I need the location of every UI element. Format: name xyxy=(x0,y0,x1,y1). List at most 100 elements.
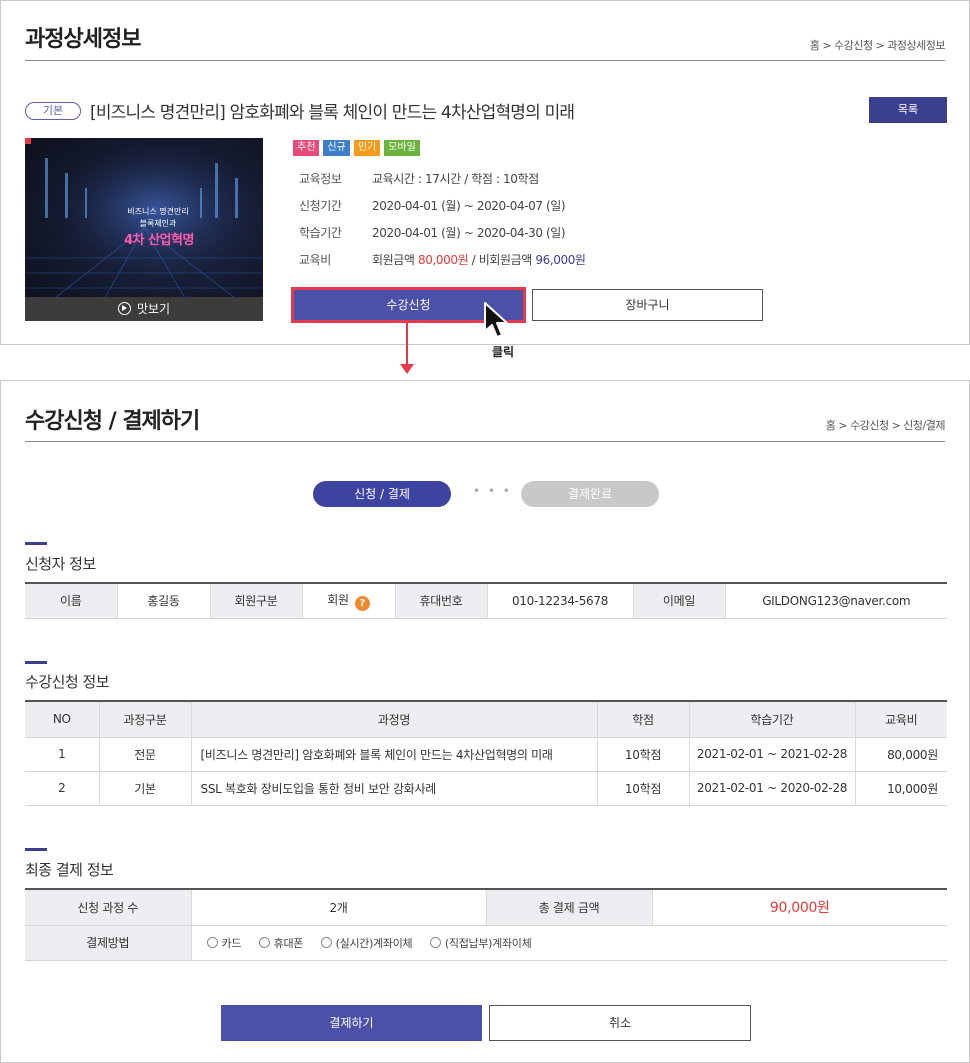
section-title-courses: 수강신청 정보 xyxy=(25,673,110,691)
arrow-down-icon xyxy=(400,364,414,374)
course-detail-panel: 과정상세정보 홈 > 수강신청 > 과정상세정보 기본 [비즈니스 명견만리] … xyxy=(0,0,970,345)
pay-option-realtime-transfer[interactable]: (실시간)계좌이체 xyxy=(320,935,413,951)
nonmember-fee: 96,000원 xyxy=(535,253,586,267)
badge-new: 신규 xyxy=(323,140,350,156)
col-fee: 교육비 xyxy=(854,700,947,738)
section-marker xyxy=(25,542,47,545)
radio-button[interactable] xyxy=(429,936,441,948)
col-type: 과정구분 xyxy=(98,700,191,738)
breadcrumb: 홈 > 수강신청 > 신청/결제 xyxy=(825,419,946,432)
section-title-payment: 최종 결제 정보 xyxy=(25,861,114,879)
table-row: 이름 홍길동 회원구분 회원? 휴대번호 010-12234-5678 이메일 … xyxy=(25,582,947,619)
payment-method-label: 결제방법 xyxy=(25,925,191,961)
info-label: 신청기간 xyxy=(299,199,342,213)
badge-mobile: 모바일 xyxy=(384,140,420,156)
col-no: NO xyxy=(25,700,99,738)
row-course-name: [비즈니스 명견만리] 암호화폐와 블록 체인이 만드는 4차산업혁명의 미래 xyxy=(190,737,597,772)
radio-button[interactable] xyxy=(258,936,270,948)
course-count-value: 2개 xyxy=(190,888,486,926)
info-education: 교육정보 교육시간 : 17시간 / 학점 : 10학점 xyxy=(299,170,539,187)
payment-method-options: 카드 휴대폰 (실시간)계좌이체 (직접납부)계좌이체 xyxy=(190,925,947,961)
row-no: 1 xyxy=(25,737,99,772)
table-row: 결제방법 카드 휴대폰 (실시간)계좌이체 (직접납부)계좌이체 xyxy=(25,925,947,961)
course-title: [비즈니스 명견만리] 암호화폐와 블록 체인이 만드는 4차산업혁명의 미래 xyxy=(90,103,575,123)
list-button[interactable]: 목록 xyxy=(869,97,947,123)
table-row: 신청 과정 수 2개 총 결제 금액 90,000원 xyxy=(25,888,947,926)
info-study-period: 학습기간 2020-04-01 (월) ~ 2020-04-30 (일) xyxy=(299,224,566,241)
email-value: GILDONG123@naver.com xyxy=(724,582,947,619)
col-credit: 학점 xyxy=(596,700,689,738)
member-type-cell: 회원? xyxy=(301,582,395,619)
member-fee: 80,000원 xyxy=(417,253,469,267)
pay-option-direct-transfer[interactable]: (직접납부)계좌이체 xyxy=(429,935,532,951)
payment-table: 신청 과정 수 2개 총 결제 금액 90,000원 결제방법 카드 휴대폰 (… xyxy=(25,888,947,961)
page-title: 과정상세정보 xyxy=(25,27,141,52)
table-row: 2 기본 SSL 복호화 장비도입을 통한 정비 보안 강화사례 10학점 20… xyxy=(25,771,947,806)
preview-label: 맛보기 xyxy=(136,302,171,316)
info-apply-period: 신청기간 2020-04-01 (월) ~ 2020-04-07 (일) xyxy=(299,197,566,214)
total-amount-label: 총 결제 금액 xyxy=(485,888,652,926)
email-label: 이메일 xyxy=(632,582,725,619)
pay-option-label: (직접납부)계좌이체 xyxy=(444,936,532,950)
thumbnail-headline: 4차 산업혁명 xyxy=(124,233,194,248)
pay-button[interactable]: 결제하기 xyxy=(221,1005,482,1041)
step-payment-complete: 결제완료 xyxy=(521,481,659,507)
name-label: 이름 xyxy=(25,582,117,619)
preview-button[interactable]: 맛보기 xyxy=(25,297,263,321)
radio-button[interactable] xyxy=(206,936,218,948)
info-value: 2020-04-01 (월) ~ 2020-04-30 (일) xyxy=(372,226,566,240)
page-title: 수강신청 / 결제하기 xyxy=(25,409,200,434)
table-header-row: NO 과정구분 과정명 학점 학습기간 교육비 xyxy=(25,700,947,738)
pay-option-label: 카드 xyxy=(221,936,242,950)
info-label: 교육비 xyxy=(299,253,331,267)
info-label: 교육정보 xyxy=(299,172,342,186)
step-apply-payment: 신청 / 결제 xyxy=(313,481,451,507)
cart-button[interactable]: 장바구니 xyxy=(532,289,763,321)
row-credit: 10학점 xyxy=(596,771,689,806)
total-amount-value: 90,000원 xyxy=(651,888,947,926)
nonmember-fee-label: 비회원금액 xyxy=(478,253,533,267)
row-fee: 10,000원 xyxy=(854,771,947,806)
row-course-name: SSL 복호화 장비도입을 통한 정비 보안 강화사례 xyxy=(190,771,597,806)
name-value: 홍길동 xyxy=(116,582,210,619)
info-value: 2020-04-01 (월) ~ 2020-04-07 (일) xyxy=(372,199,566,213)
fee-separator: / xyxy=(471,253,476,267)
info-value: 교육시간 : 17시간 / 학점 : 10학점 xyxy=(372,172,539,186)
help-icon[interactable]: ? xyxy=(354,595,370,611)
cancel-button[interactable]: 취소 xyxy=(489,1005,751,1041)
courses-table: NO 과정구분 과정명 학점 학습기간 교육비 1 전문 [비즈니스 명견만리]… xyxy=(25,700,947,806)
row-type: 전문 xyxy=(98,737,191,772)
course-count-label: 신청 과정 수 xyxy=(25,888,191,926)
click-annotation: 클릭 xyxy=(492,345,515,359)
col-period: 학습기간 xyxy=(688,700,855,738)
row-period: 2021-02-01 ~ 2020-02-28 xyxy=(688,771,855,806)
member-type-value: 회원 xyxy=(327,592,349,607)
phone-label: 휴대번호 xyxy=(394,582,487,619)
course-thumbnail[interactable]: 비즈니스 명견만리 블록체인과 4차 산업혁명 맛보기 xyxy=(25,138,263,321)
phone-value: 010-12234-5678 xyxy=(486,582,633,619)
row-type: 기본 xyxy=(98,771,191,806)
pay-option-card[interactable]: 카드 xyxy=(206,935,242,951)
flow-arrow xyxy=(406,322,408,366)
row-period: 2021-02-01 ~ 2021-02-28 xyxy=(688,737,855,772)
pay-option-label: 휴대폰 xyxy=(273,936,304,950)
course-badges: 추천 신규 인기 모바일 xyxy=(293,140,420,156)
radio-button[interactable] xyxy=(320,936,332,948)
section-title-applicant: 신청자 정보 xyxy=(25,555,96,573)
breadcrumb: 홈 > 수강신청 > 과정상세정보 xyxy=(809,39,946,52)
title-divider xyxy=(25,60,945,61)
badge-recommended: 추천 xyxy=(293,140,320,156)
step-dots: • • • xyxy=(473,484,512,498)
section-marker xyxy=(25,848,47,851)
info-fee: 교육비 회원금액 80,000원 / 비회원금액 96,000원 xyxy=(299,251,586,268)
play-icon xyxy=(117,302,131,315)
course-type-tag: 기본 xyxy=(25,102,81,120)
member-fee-label: 회원금액 xyxy=(372,253,415,267)
pay-option-phone[interactable]: 휴대폰 xyxy=(258,935,304,951)
pay-option-label: (실시간)계좌이체 xyxy=(335,936,413,950)
apply-payment-panel: 수강신청 / 결제하기 홈 > 수강신청 > 신청/결제 신청 / 결제 • •… xyxy=(0,380,970,1063)
badge-popular: 인기 xyxy=(353,140,381,156)
col-name: 과정명 xyxy=(190,700,597,738)
row-credit: 10학점 xyxy=(596,737,689,772)
thumbnail-subtitle: 비즈니스 명견만리 xyxy=(127,207,189,216)
